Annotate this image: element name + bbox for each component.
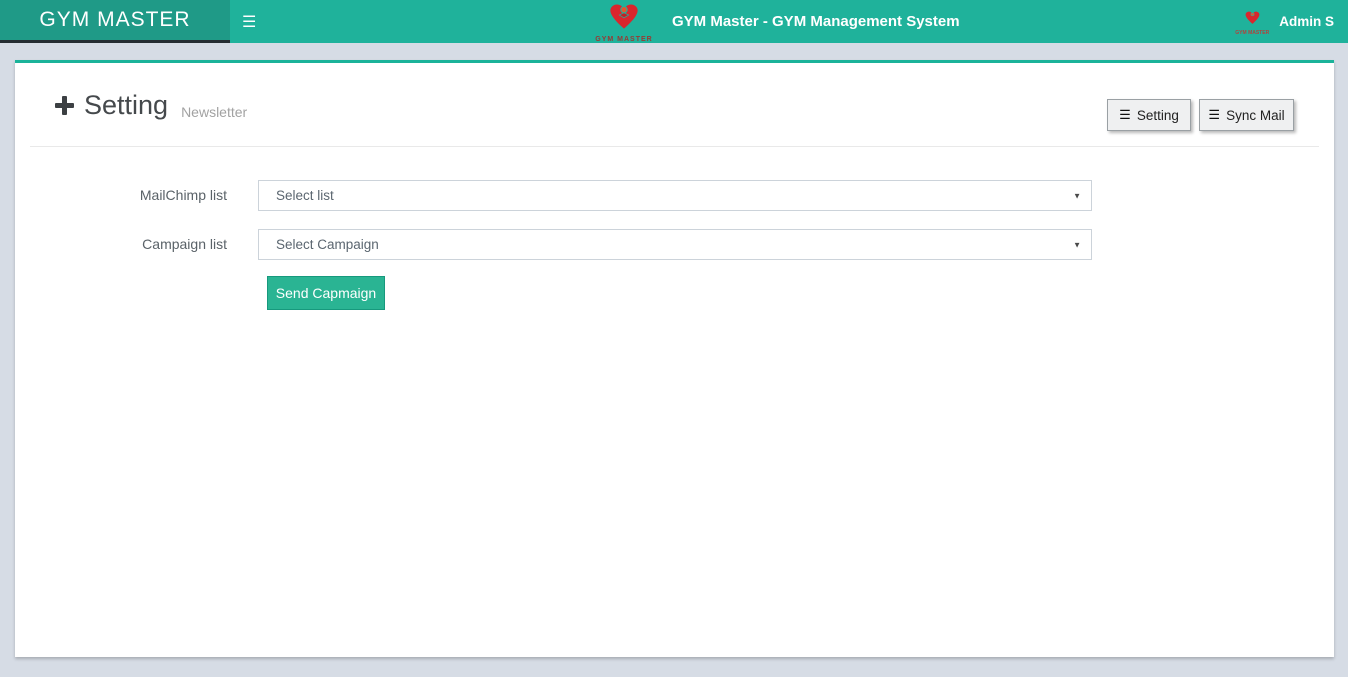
page-title: Setting: [84, 90, 168, 121]
brand-block[interactable]: GYM MASTER: [0, 0, 230, 43]
campaign-list-label: Campaign list: [39, 229, 227, 259]
plus-icon: [55, 96, 74, 115]
bars-icon: ☰: [1119, 107, 1131, 123]
user-name: Admin S: [1279, 14, 1334, 29]
mailchimp-list-select[interactable]: Select list ▼: [258, 180, 1092, 211]
bars-icon: ☰: [1208, 107, 1220, 123]
page-subtitle: Newsletter: [181, 104, 247, 125]
user-avatar-caption: GYM MASTER: [1235, 30, 1269, 36]
user-avatar: GYM MASTER: [1237, 8, 1267, 36]
navbar-center: GYM MASTER GYM Master - GYM Management S…: [594, 0, 960, 43]
mailchimp-list-selected-value: Select list: [276, 188, 334, 203]
header-divider: [30, 146, 1319, 147]
hamburger-icon: ☰: [242, 12, 256, 32]
app-logo: GYM MASTER: [594, 0, 654, 43]
chevron-down-icon: ▼: [1073, 240, 1081, 249]
brand-text: GYM MASTER: [39, 8, 190, 32]
chevron-down-icon: ▼: [1073, 191, 1081, 200]
heart-logo-small-icon: [1244, 10, 1261, 30]
settings-panel: Setting Newsletter ☰ Setting ☰ Sync Mail…: [15, 60, 1334, 657]
app-title: GYM Master - GYM Management System: [672, 13, 960, 30]
user-menu[interactable]: GYM MASTER Admin S: [1237, 0, 1334, 43]
setting-button[interactable]: ☰ Setting: [1107, 99, 1191, 131]
sync-mail-button-label: Sync Mail: [1226, 108, 1285, 123]
sidebar-toggle-button[interactable]: ☰: [242, 0, 256, 43]
setting-button-label: Setting: [1137, 108, 1179, 123]
campaign-list-select[interactable]: Select Campaign ▼: [258, 229, 1092, 260]
mailchimp-list-label: MailChimp list: [39, 180, 227, 210]
sync-mail-button[interactable]: ☰ Sync Mail: [1199, 99, 1294, 131]
send-campaign-button-label: Send Capmaign: [276, 285, 376, 301]
top-navbar: GYM MASTER ☰ GYM MASTER GYM Master - GYM…: [0, 0, 1348, 43]
logo-caption: GYM MASTER: [595, 36, 652, 43]
heart-logo-icon: [607, 2, 641, 35]
panel-header: Setting Newsletter: [55, 85, 247, 125]
send-campaign-button[interactable]: Send Capmaign: [267, 276, 385, 310]
campaign-list-selected-value: Select Campaign: [276, 237, 379, 252]
